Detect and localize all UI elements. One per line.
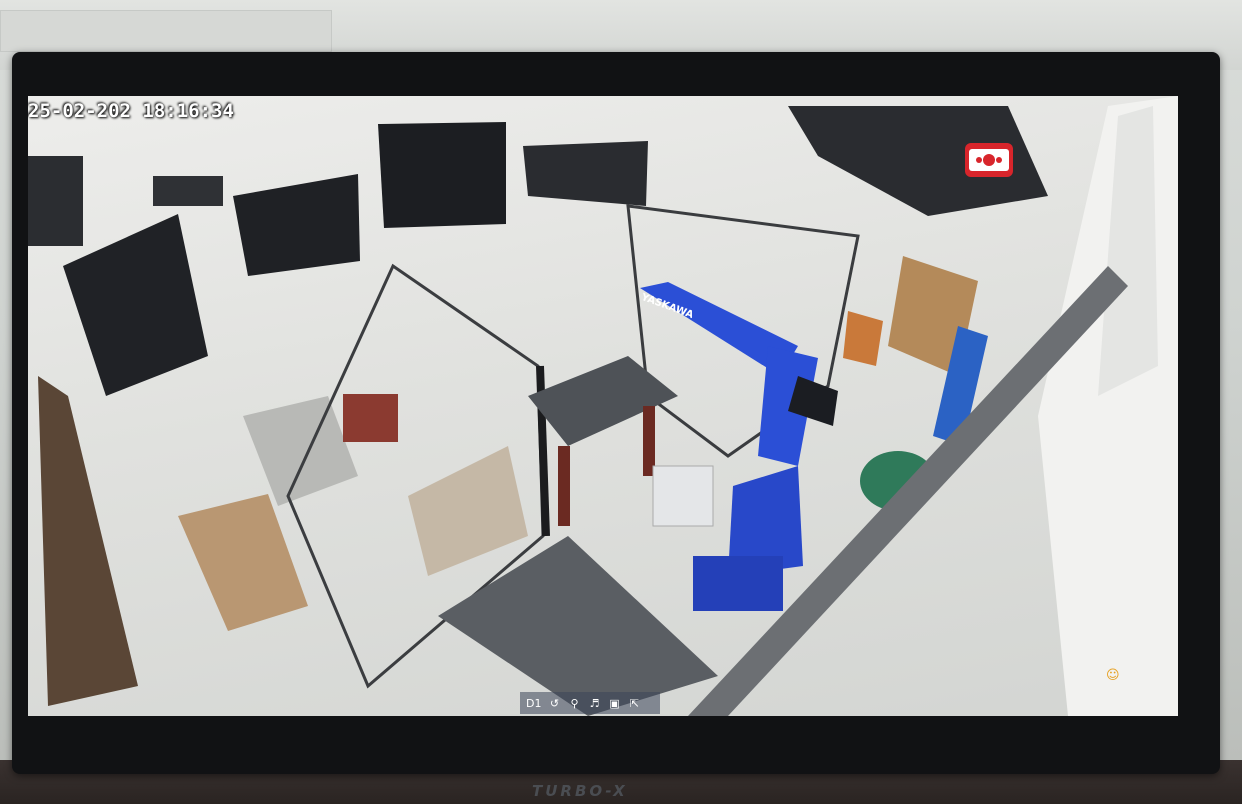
chair xyxy=(843,311,883,366)
stock-pile-tl xyxy=(153,176,223,206)
cardboard-sheet xyxy=(408,446,528,576)
timestamp-overlay: 25-02-202 18:16:34 xyxy=(28,100,234,122)
welding-screen-mid xyxy=(233,174,360,276)
pallet-tubes xyxy=(178,494,308,631)
zoom-icon[interactable]: ⚲ xyxy=(567,696,581,710)
welding-table-front xyxy=(438,536,718,716)
right-wall xyxy=(1038,96,1178,716)
welding-screen-back xyxy=(378,122,506,228)
welding-screen-left xyxy=(63,214,208,396)
stock-pile-center xyxy=(523,141,648,206)
stock-pile-left xyxy=(28,156,83,246)
fullscreen-icon[interactable]: ⇱ xyxy=(627,696,641,710)
playback-icon[interactable]: ↺ xyxy=(547,696,561,710)
robot-controller xyxy=(652,465,714,527)
welding-table-center xyxy=(528,356,678,446)
playback-toolbar: D1 ↺ ⚲ ♬ ▣ ⇱ xyxy=(520,692,660,714)
snapshot-icon[interactable]: ▣ xyxy=(607,696,621,710)
scene xyxy=(28,96,1178,716)
audio-icon[interactable]: ♬ xyxy=(587,696,601,710)
table-leg xyxy=(558,446,570,526)
left-rack xyxy=(38,376,138,706)
channel-label: D1 xyxy=(526,696,542,710)
record-icon xyxy=(965,143,1013,177)
wall-panel xyxy=(0,10,332,52)
pallet-parts xyxy=(243,396,358,506)
camera-feed: 25-02-202 18:16:34 YASKAWA D1 ↺ ⚲ ♬ ▣ ⇱ … xyxy=(28,96,1178,716)
status-icon: ☺ xyxy=(1106,668,1120,683)
parts-crate xyxy=(343,394,398,442)
monitor-brand-logo: TURBO-X xyxy=(532,782,628,800)
